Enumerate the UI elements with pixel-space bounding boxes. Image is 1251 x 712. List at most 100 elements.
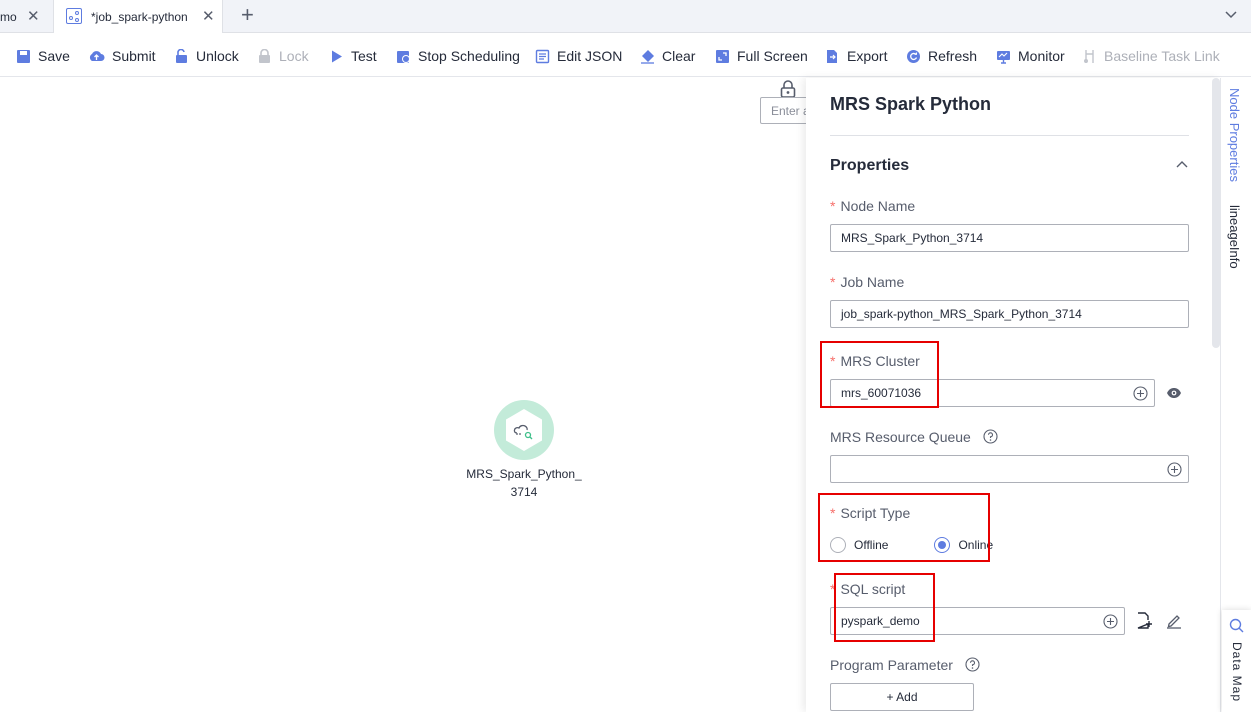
tab-job-spark-python[interactable]: *job_spark-python ✕ [53,0,223,34]
fullscreen-icon [715,49,730,64]
full-screen-label: Full Screen [737,48,808,64]
edit-icon[interactable] [1166,612,1182,634]
node-name-input[interactable]: MRS_Spark_Python_3714 [830,224,1189,252]
required-mark: * [830,353,836,369]
mrs-cluster-select[interactable]: mrs_60071036 [830,379,1155,407]
node-label: MRS_Spark_Python_ 3714 [466,467,582,499]
section-title-properties: Properties [830,157,910,174]
baseline-task-link-label: Baseline Task Link [1104,48,1220,64]
save-button[interactable]: Save [16,47,70,65]
sql-script-label-text: SQL script [840,581,906,597]
monitor-button[interactable]: Monitor [996,47,1065,65]
monitor-icon [996,49,1011,64]
sql-script-label: * SQL script [830,581,905,597]
test-label: Test [351,48,377,64]
node-name-value: MRS_Spark_Python_3714 [841,231,984,245]
close-icon[interactable]: ✕ [27,9,40,24]
job-name-label: * Job Name [830,274,904,290]
play-icon [329,49,344,64]
unlock-icon [174,48,189,64]
add-tab-icon[interactable]: + [241,4,254,26]
add-circle-icon[interactable] [1167,462,1182,480]
data-map-button[interactable]: Data Map [1222,610,1251,712]
edit-json-label: Edit JSON [557,48,623,64]
resource-queue-select[interactable] [830,455,1189,483]
export-label: Export [847,48,888,64]
job-name-label-text: Job Name [840,274,905,290]
add-circle-icon[interactable] [1133,386,1148,404]
refresh-icon [906,49,921,64]
baseline-task-link-button[interactable]: Baseline Task Link [1082,47,1220,65]
add-circle-icon[interactable] [1103,614,1118,632]
close-icon[interactable]: ✕ [202,9,215,24]
mrs-cluster-label: * MRS Cluster [830,353,920,369]
save-icon [16,49,31,64]
radio-offline[interactable] [830,537,846,553]
monitor-label: Monitor [1018,48,1065,64]
export-icon [825,49,840,64]
code-icon [535,49,550,64]
save-label: Save [38,48,70,64]
node-name-label: * Node Name [830,198,915,214]
sql-script-value: pyspark_demo [841,614,920,628]
full-screen-button[interactable]: Full Screen [715,47,808,65]
submit-button[interactable]: Submit [88,47,156,65]
eye-icon[interactable] [1166,386,1182,404]
tab-lineage-info[interactable]: lineageInfo [1227,205,1242,269]
spark-python-icon [494,400,554,460]
data-map-label: Data Map [1230,642,1244,703]
divider [830,135,1189,136]
mrs-cluster-label-text: MRS Cluster [840,353,920,369]
refresh-label: Refresh [928,48,978,64]
submit-label: Submit [112,48,156,64]
workflow-canvas[interactable] [0,78,806,712]
clear-button[interactable]: Clear [640,47,695,65]
required-mark: * [830,505,836,521]
stop-schedule-icon [396,49,411,64]
chevron-up-icon[interactable] [1175,158,1189,177]
required-mark: * [830,581,836,597]
clear-label: Clear [662,48,696,64]
lock-icon [257,48,272,64]
panel-scrollbar[interactable] [1212,78,1220,348]
panel-title: MRS Spark Python [830,94,992,114]
chevron-down-icon[interactable] [1224,7,1238,26]
edit-json-button[interactable]: Edit JSON [535,47,622,65]
new-file-icon[interactable] [1136,612,1152,634]
help-icon[interactable] [983,429,998,447]
required-mark: * [830,198,836,214]
add-parameter-button[interactable]: + Add [830,683,974,711]
workflow-node[interactable] [494,400,554,460]
lock-button[interactable]: Lock [257,47,309,65]
help-icon[interactable] [965,657,980,675]
job-name-input[interactable]: job_spark-python_MRS_Spark_Python_3714 [830,300,1189,328]
lock-label: Lock [279,48,309,64]
link-icon [1082,49,1097,64]
tab-label: *job_spark-python [91,10,188,24]
stop-scheduling-label: Stop Scheduling [418,48,520,64]
resource-queue-label-text: MRS Resource Queue [830,429,971,445]
radio-offline-label: Offline [854,538,889,552]
export-button[interactable]: Export [825,47,887,65]
radio-online[interactable] [934,537,951,553]
sql-script-select[interactable]: pyspark_demo [830,607,1125,635]
refresh-button[interactable]: Refresh [906,47,977,65]
unlock-button[interactable]: Unlock [174,47,239,65]
tab-label: mo [0,10,17,24]
program-parameter-label: Program Parameter [830,657,980,675]
script-type-radio-group: Offline Online [830,537,993,553]
required-mark: * [830,274,836,290]
tab-demo[interactable]: mo ✕ [0,0,52,33]
tab-bar: mo ✕ *job_spark-python ✕ + [0,0,1251,34]
node-properties-panel: MRS Spark Python Properties * Node Name M… [806,78,1220,712]
workflow-icon [66,8,82,24]
tab-node-properties[interactable]: Node Properties [1227,88,1242,182]
program-parameter-label-text: Program Parameter [830,657,953,673]
cloud-upload-icon [88,49,105,64]
mrs-cluster-value: mrs_60071036 [841,386,922,400]
eraser-icon [640,49,655,64]
stop-scheduling-button[interactable]: Stop Scheduling [396,47,520,65]
node-name-label-text: Node Name [840,198,916,214]
unlock-label: Unlock [196,48,239,64]
test-button[interactable]: Test [329,47,377,65]
